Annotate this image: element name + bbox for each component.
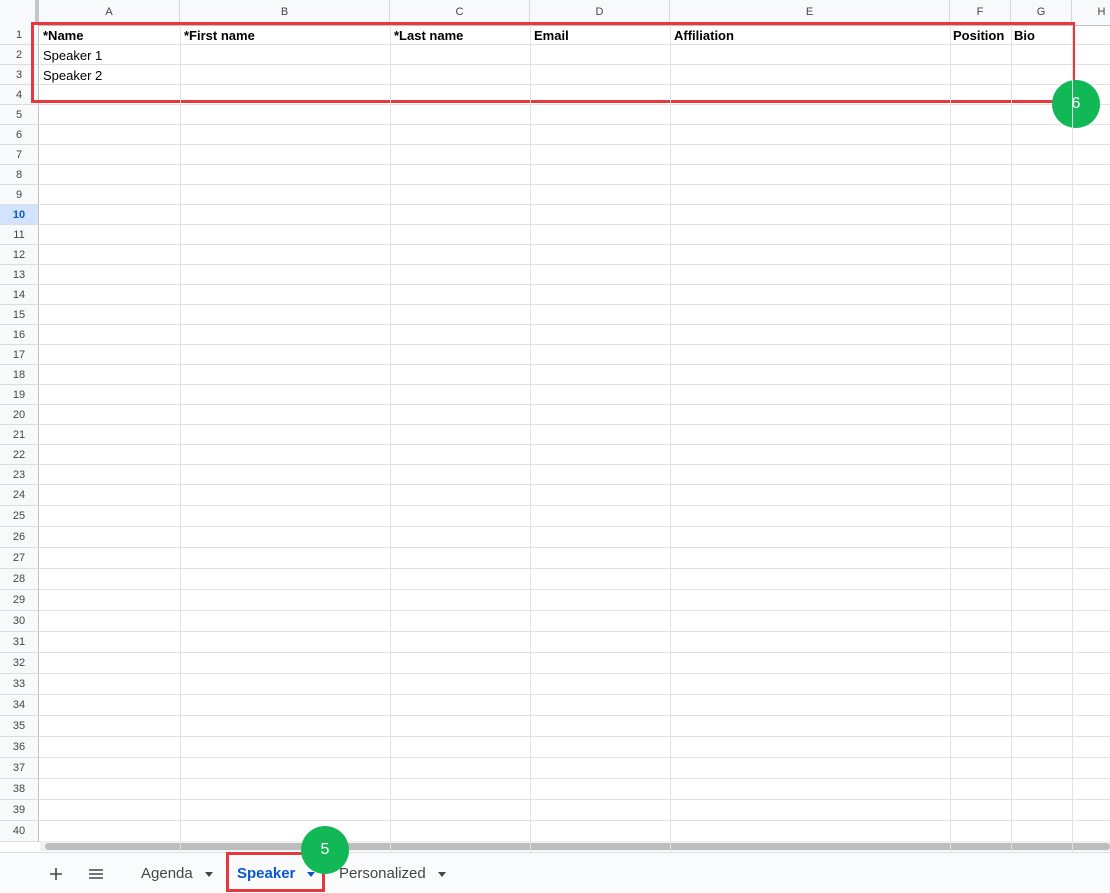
column-gridline <box>1072 25 1073 852</box>
all-sheets-button[interactable] <box>84 863 108 887</box>
plus-icon <box>50 868 62 880</box>
row-header-26[interactable]: 26 <box>0 527 39 548</box>
row-header-31[interactable]: 31 <box>0 632 39 653</box>
row-header-14[interactable]: 14 <box>0 285 39 305</box>
sheet-tab-bar: Agenda Speaker Personalized <box>0 852 1110 893</box>
column-gridline <box>950 25 951 852</box>
column-gridline <box>180 25 181 852</box>
row-header-34[interactable]: 34 <box>0 695 39 716</box>
row-header-15[interactable]: 15 <box>0 305 39 325</box>
column-gridline <box>670 25 671 852</box>
row-header-38[interactable]: 38 <box>0 779 39 800</box>
table-highlight-box <box>31 22 1075 103</box>
row-header-39[interactable]: 39 <box>0 800 39 821</box>
column-gridline <box>390 25 391 852</box>
row-header-24[interactable]: 24 <box>0 485 39 506</box>
row-header-16[interactable]: 16 <box>0 325 39 345</box>
row-header-27[interactable]: 27 <box>0 548 39 569</box>
row-header-11[interactable]: 11 <box>0 225 39 245</box>
chevron-down-icon[interactable] <box>437 871 446 877</box>
row-header-7[interactable]: 7 <box>0 145 39 165</box>
row-header-40[interactable]: 40 <box>0 821 39 842</box>
row-header-35[interactable]: 35 <box>0 716 39 737</box>
row-header-21[interactable]: 21 <box>0 425 39 445</box>
row-header-17[interactable]: 17 <box>0 345 39 365</box>
row-header-23[interactable]: 23 <box>0 465 39 485</box>
step-badge-5: 5 <box>301 826 349 874</box>
chevron-down-icon[interactable] <box>204 871 213 877</box>
column-header-h[interactable]: H <box>1072 0 1110 25</box>
spreadsheet-grid[interactable]: A B C D E F G H 1 2 3 4 5 6 7 8 9 10 11 12 13 14 15 16 1… <box>0 0 1110 852</box>
tab-personalized[interactable]: Personalized <box>339 857 446 891</box>
step-badge-6: 6 <box>1052 80 1100 128</box>
row-header-5[interactable]: 5 <box>0 105 39 125</box>
tab-agenda[interactable]: Agenda <box>141 857 213 891</box>
row-header-13[interactable]: 13 <box>0 265 39 285</box>
row-header-25[interactable]: 25 <box>0 506 39 527</box>
row-header-6[interactable]: 6 <box>0 125 39 145</box>
row-header-33[interactable]: 33 <box>0 674 39 695</box>
tab-agenda-label: Agenda <box>141 865 193 882</box>
row-header-36[interactable]: 36 <box>0 737 39 758</box>
row-header-10[interactable]: 10 <box>0 205 39 225</box>
row-header-29[interactable]: 29 <box>0 590 39 611</box>
tab-personalized-label: Personalized <box>339 865 426 882</box>
row-header-28[interactable]: 28 <box>0 569 39 590</box>
row-header-22[interactable]: 22 <box>0 445 39 465</box>
row-header-30[interactable]: 30 <box>0 611 39 632</box>
menu-icon <box>89 869 103 879</box>
row-header-8[interactable]: 8 <box>0 165 39 185</box>
column-gridline <box>1011 25 1012 852</box>
row-header-32[interactable]: 32 <box>0 653 39 674</box>
add-sheet-button[interactable] <box>44 863 68 887</box>
row-header-9[interactable]: 9 <box>0 185 39 205</box>
column-gridline <box>530 25 531 852</box>
row-header-19[interactable]: 19 <box>0 385 39 405</box>
row-header-37[interactable]: 37 <box>0 758 39 779</box>
row-header-20[interactable]: 20 <box>0 405 39 425</box>
row-header-12[interactable]: 12 <box>0 245 39 265</box>
row-header-18[interactable]: 18 <box>0 365 39 385</box>
